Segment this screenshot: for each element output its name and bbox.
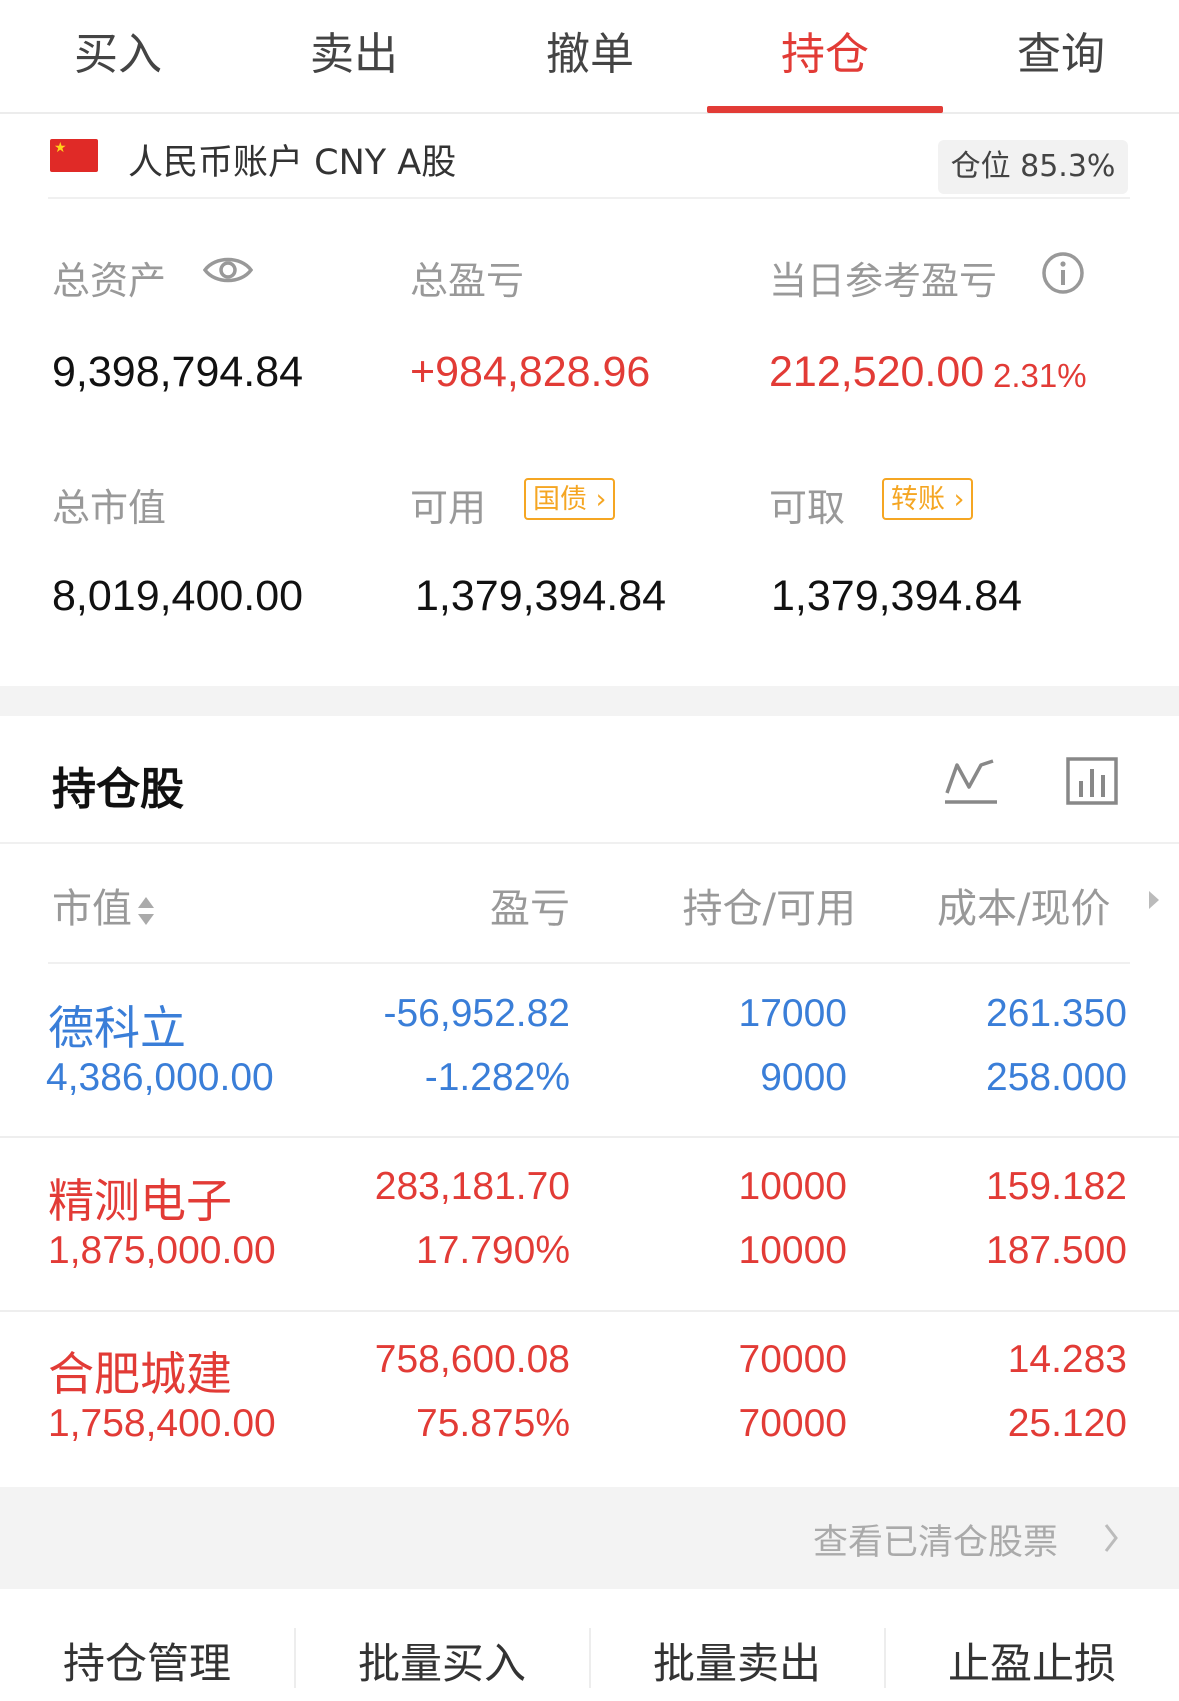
divider bbox=[48, 197, 1130, 199]
active-tab-indicator bbox=[707, 106, 943, 113]
position-ratio-badge: 仓位 85.3% bbox=[938, 140, 1128, 194]
column-pnl: 盈亏 bbox=[490, 886, 570, 932]
account-name[interactable]: 人民币账户 CNY A股 bbox=[128, 134, 456, 185]
stock-name: 合肥城建 bbox=[48, 1347, 232, 1401]
stock-market-value: 1,758,400.00 bbox=[48, 1402, 276, 1445]
section-gap bbox=[0, 686, 1179, 716]
stock-market-value: 4,386,000.00 bbox=[46, 1056, 274, 1099]
info-icon[interactable] bbox=[1041, 251, 1085, 295]
total-assets-label: 总资产 bbox=[52, 259, 167, 303]
stock-pnl: -56,952.82 bbox=[383, 992, 571, 1035]
position-management-button[interactable]: 持仓管理 bbox=[0, 1630, 294, 1691]
daily-pnl-label: 当日参考盈亏 bbox=[769, 259, 998, 303]
market-value-label: 总市值 bbox=[52, 486, 167, 530]
stock-price: 187.500 bbox=[986, 1229, 1127, 1272]
holdings-title: 持仓股 bbox=[52, 764, 184, 815]
tab-query[interactable]: 查询 bbox=[943, 18, 1179, 82]
transfer-tag-label: 转账 bbox=[891, 484, 945, 515]
stock-cost: 14.283 bbox=[1007, 1338, 1127, 1381]
transfer-tag[interactable]: 转账 › bbox=[882, 478, 974, 520]
stock-available-qty: 9000 bbox=[760, 1056, 847, 1099]
holding-row[interactable]: 精测电子 1,875,000.00 283,181.70 17.790% 100… bbox=[0, 1137, 1179, 1310]
stock-pnl-percent: 75.875% bbox=[416, 1402, 570, 1445]
column-market-value-label: 市值 bbox=[52, 886, 132, 932]
withdrawable-value: 1,379,394.84 bbox=[771, 572, 1023, 620]
line-chart-icon[interactable] bbox=[945, 757, 997, 805]
chevron-right-icon[interactable] bbox=[1103, 1522, 1119, 1554]
stock-pnl: 283,181.70 bbox=[374, 1165, 570, 1208]
take-profit-stop-loss-button[interactable]: 止盈止损 bbox=[885, 1630, 1179, 1691]
tab-buy[interactable]: 买入 bbox=[0, 18, 236, 82]
stock-pnl: 758,600.08 bbox=[374, 1338, 570, 1381]
treasury-bond-tag[interactable]: 国债 › bbox=[524, 478, 616, 520]
column-quantity: 持仓/可用 bbox=[682, 886, 856, 932]
scroll-right-icon[interactable] bbox=[1147, 889, 1161, 911]
tab-sell[interactable]: 卖出 bbox=[236, 18, 472, 82]
china-flag-icon: ★ bbox=[50, 139, 98, 172]
tab-cancel-order[interactable]: 撤单 bbox=[472, 18, 708, 82]
daily-pnl-value: 212,520.00 bbox=[769, 348, 985, 396]
available-label: 可用 bbox=[410, 486, 487, 530]
total-pnl-value: +984,828.96 bbox=[410, 348, 651, 396]
daily-pnl-percent: 2.31% bbox=[993, 357, 1087, 394]
stock-pnl-percent: 17.790% bbox=[416, 1229, 570, 1272]
column-market-value[interactable]: 市值 bbox=[52, 876, 156, 934]
bar-chart-icon[interactable] bbox=[1066, 757, 1118, 805]
batch-buy-button[interactable]: 批量买入 bbox=[295, 1630, 589, 1691]
eye-icon[interactable] bbox=[203, 253, 253, 287]
holding-row[interactable]: 德科立 4,386,000.00 -56,952.82 -1.282% 1700… bbox=[0, 963, 1179, 1136]
market-value-value: 8,019,400.00 bbox=[52, 572, 304, 620]
stock-cost: 261.350 bbox=[986, 992, 1127, 1035]
stock-hold-qty: 17000 bbox=[738, 992, 847, 1035]
sort-icon bbox=[138, 897, 154, 925]
divider bbox=[0, 842, 1179, 844]
top-tab-bar: 买入 卖出 撤单 持仓 查询 bbox=[0, 0, 1179, 114]
stock-market-value: 1,875,000.00 bbox=[48, 1229, 276, 1272]
tab-positions[interactable]: 持仓 bbox=[707, 18, 943, 82]
stock-available-qty: 70000 bbox=[738, 1402, 847, 1445]
stock-price: 258.000 bbox=[986, 1056, 1127, 1099]
batch-sell-button[interactable]: 批量卖出 bbox=[590, 1630, 884, 1691]
stock-hold-qty: 10000 bbox=[738, 1165, 847, 1208]
view-cleared-stocks-link[interactable]: 查看已清仓股票 bbox=[813, 1514, 1058, 1565]
holding-row[interactable]: 合肥城建 1,758,400.00 758,600.08 75.875% 700… bbox=[0, 1311, 1179, 1485]
stock-pnl-percent: -1.282% bbox=[424, 1056, 570, 1099]
stock-available-qty: 10000 bbox=[738, 1229, 847, 1272]
total-pnl-label: 总盈亏 bbox=[410, 259, 525, 303]
treasury-bond-tag-label: 国债 bbox=[533, 484, 587, 515]
stock-price: 25.120 bbox=[1007, 1402, 1127, 1445]
stock-cost: 159.182 bbox=[986, 1165, 1127, 1208]
stock-name: 精测电子 bbox=[48, 1174, 232, 1228]
total-assets-value: 9,398,794.84 bbox=[52, 348, 304, 396]
withdrawable-label: 可取 bbox=[769, 486, 846, 530]
available-value: 1,379,394.84 bbox=[415, 572, 667, 620]
stock-name: 德科立 bbox=[48, 1001, 186, 1055]
stock-hold-qty: 70000 bbox=[738, 1338, 847, 1381]
column-cost-price: 成本/现价 bbox=[937, 886, 1111, 932]
